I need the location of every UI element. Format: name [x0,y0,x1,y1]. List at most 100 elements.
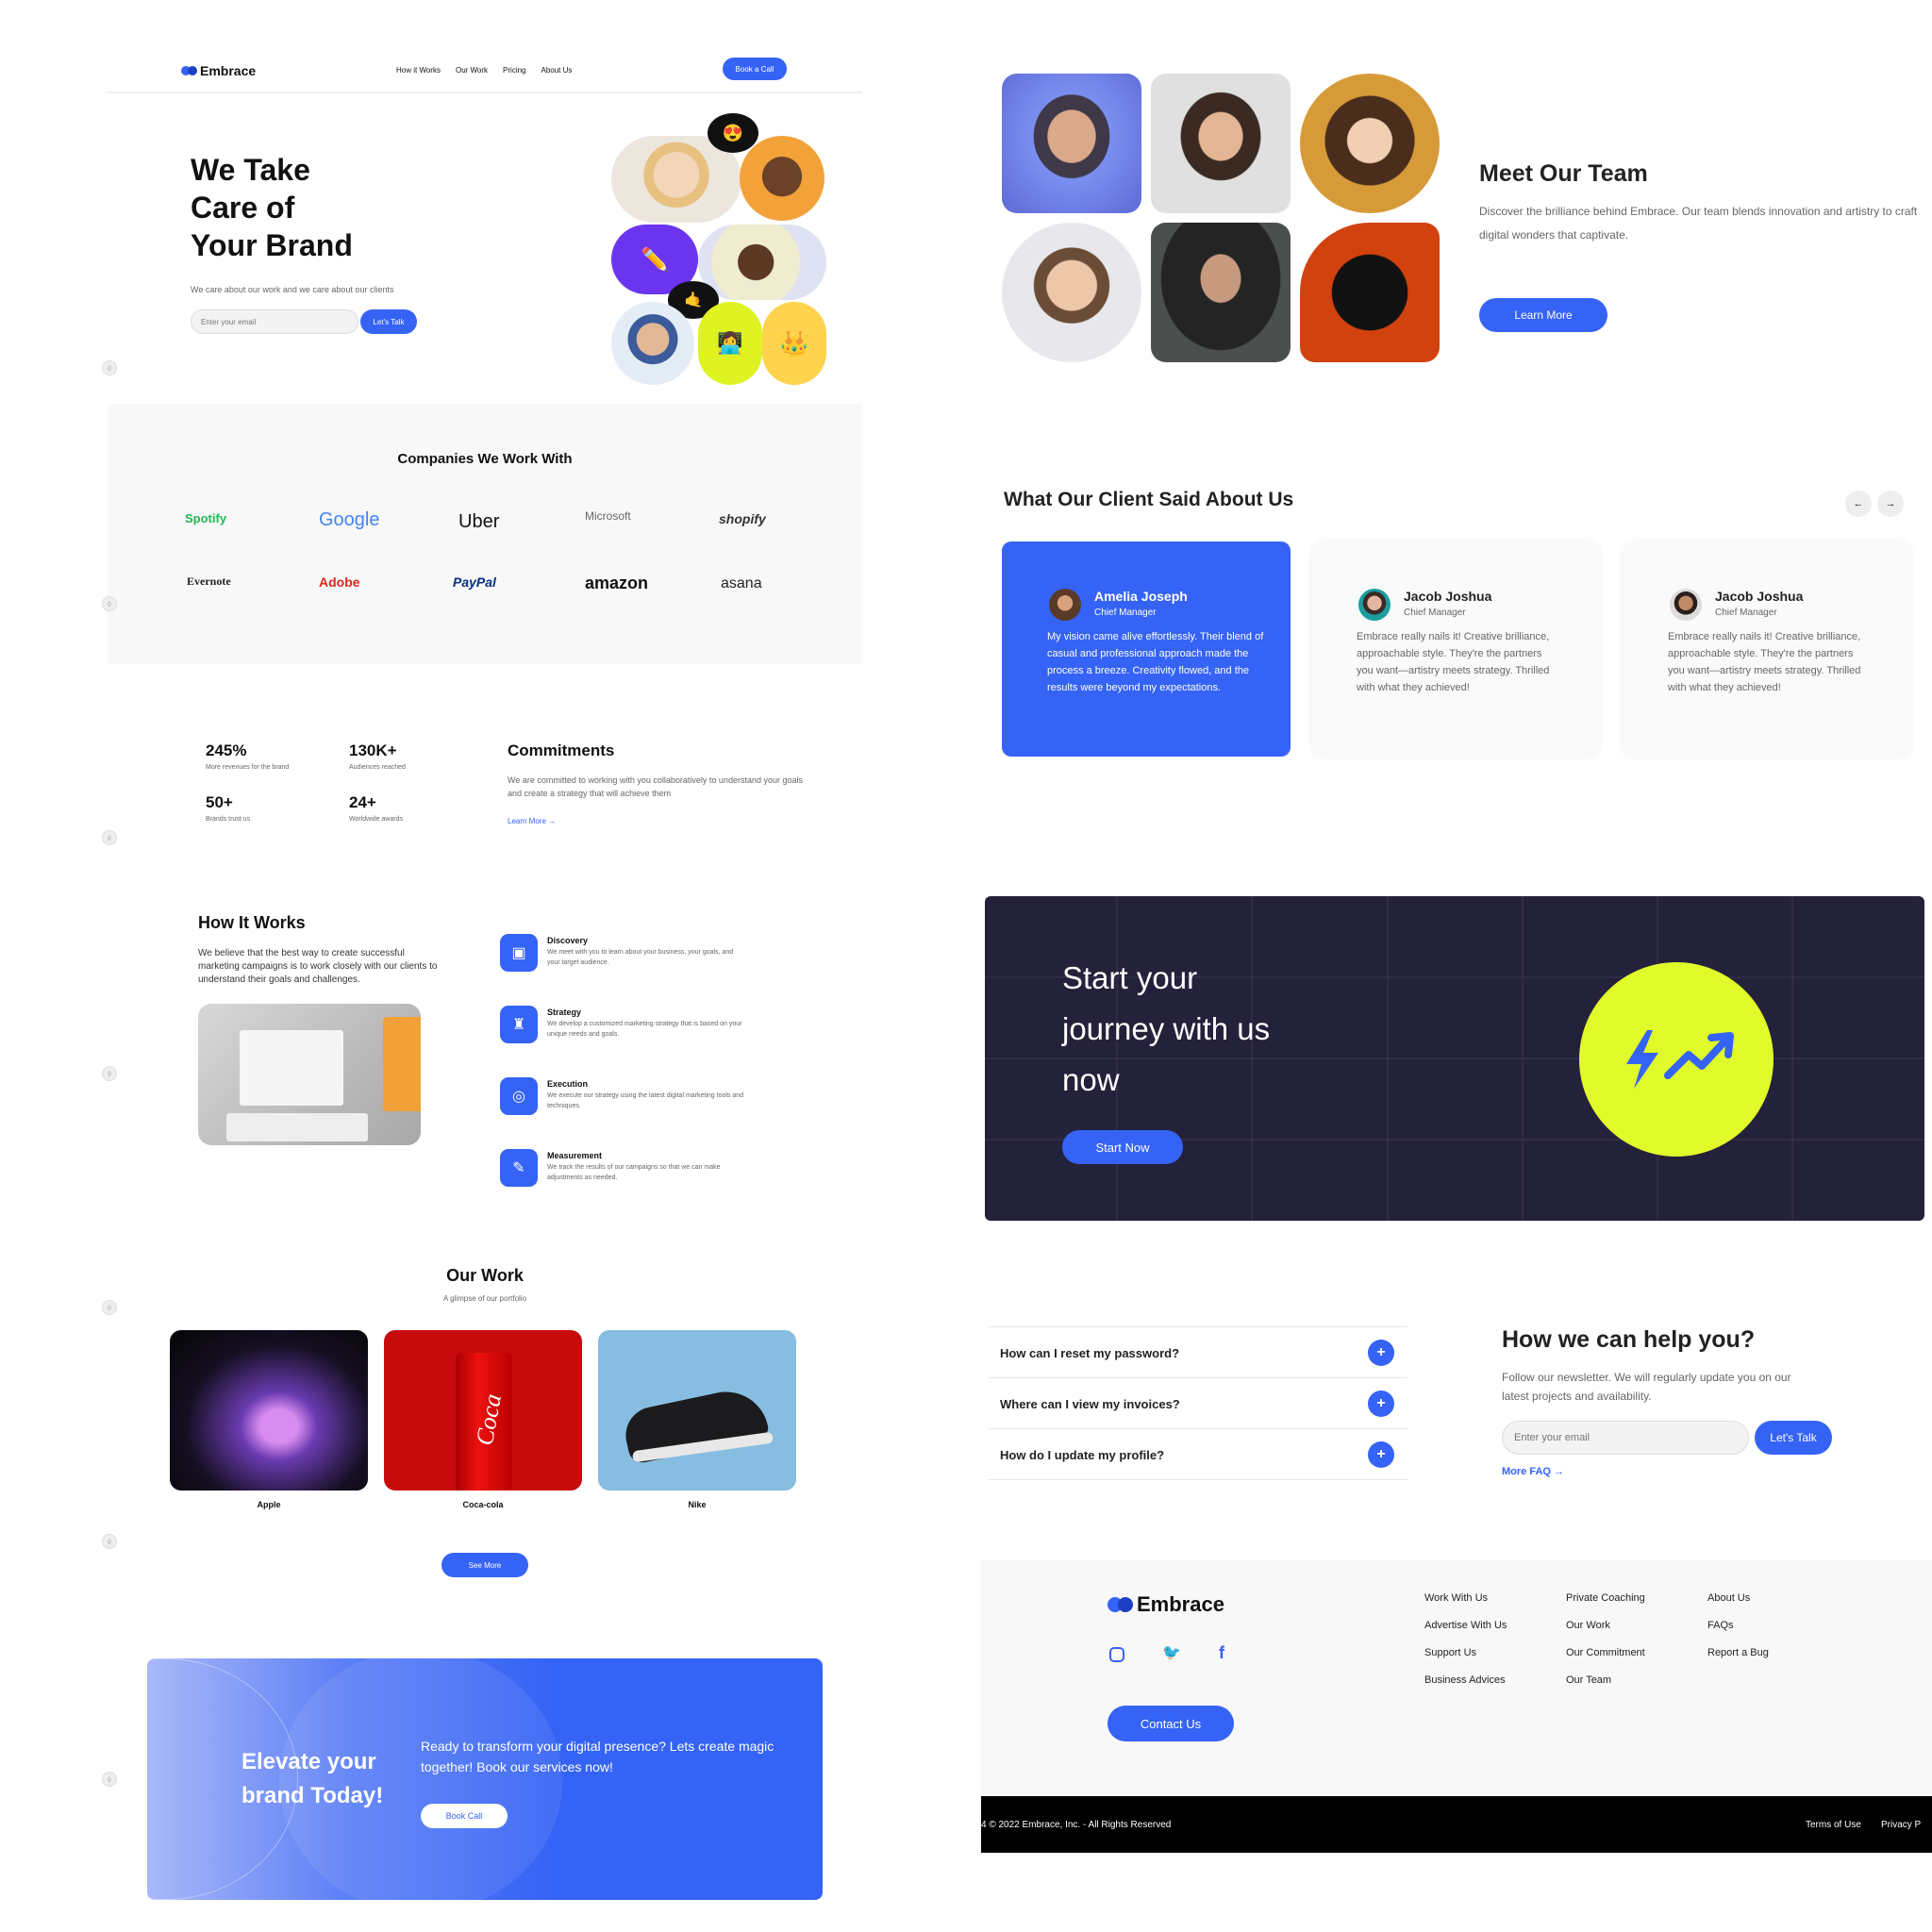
faq-item[interactable]: How do I update my profile? + [989,1429,1407,1480]
stat-item: 245% More revenues for the brand [206,741,290,771]
elevate-banner: Elevate your brand Today! Ready to trans… [147,1658,823,1900]
avatar-bald-man [740,136,824,221]
testimonials-section: What Our Client Said About Us ← → Amelia… [981,472,1932,774]
nav-links: How it Works Our Work Pricing About Us [396,66,572,75]
testimonial-card: Jacob Joshua Chief Manager Embrace reall… [1311,541,1600,757]
twitter-icon[interactable]: 🐦 [1162,1643,1181,1662]
work-card-cocacola[interactable]: Coca [384,1330,582,1491]
work-label-apple: Apple [257,1500,281,1509]
journey-title: Start your journey with us now [1062,960,1271,1097]
stats-section: 245% More revenues for the brand 130K+ A… [102,717,862,849]
logo-text: Embrace [200,63,257,78]
growth-badge [1579,962,1774,1157]
section-handle-icon[interactable]: ◊ [102,360,117,375]
step-measurement: ✎ Measurement We track the results of ou… [500,1149,745,1187]
logo-spotify: Spotify [185,511,227,525]
avatar [1670,589,1702,621]
footer-link[interactable]: Our Commitment [1566,1647,1645,1658]
faq-list: How can I reset my password? + Where can… [989,1326,1407,1480]
avatar-young-man [611,302,694,385]
top-nav: Embrace How it Works Our Work Pricing Ab… [108,52,862,93]
work-title: Our Work [446,1266,524,1285]
faq-item[interactable]: How can I reset my password? + [989,1327,1407,1378]
nav-logo[interactable]: Embrace [181,63,256,78]
crown-icon: 👑 [762,302,826,385]
prev-arrow-button[interactable]: ← [1845,491,1872,517]
work-card-apple[interactable] [170,1330,368,1491]
help-title: How we can help you? [1502,1326,1756,1353]
journey-banner: Start your journey with us now Start Now [985,896,1924,1221]
testimonials-title: What Our Client Said About Us [1004,489,1294,510]
how-image-desk [198,1004,421,1145]
newsletter-lets-talk-button[interactable]: Let's Talk [1755,1421,1832,1455]
start-now-button[interactable]: Start Now [1062,1130,1183,1164]
instagram-icon[interactable] [1109,1647,1124,1662]
footer-link[interactable]: FAQs [1707,1620,1734,1631]
companies-title: Companies We Work With [397,451,573,467]
measurement-icon: ✎ [500,1149,538,1187]
more-faq-link[interactable]: More FAQ → [1502,1466,1564,1477]
next-arrow-button[interactable]: → [1877,491,1904,517]
nav-link-about[interactable]: About Us [541,66,573,75]
avatar [1049,589,1081,621]
contact-us-button[interactable]: Contact Us [1108,1706,1234,1741]
section-handle-icon[interactable]: ◊ [102,830,117,845]
footer-link[interactable]: Our Team [1566,1674,1611,1686]
newsletter-email-input[interactable] [1502,1421,1749,1455]
logo-uber: Uber [458,511,500,532]
logo-mark-icon [181,66,198,75]
section-handle-icon[interactable]: ◊ [102,1066,117,1081]
help-text: Follow our newsletter. We will regularly… [1502,1371,1791,1403]
section-handle-icon[interactable]: ◊ [102,1300,117,1315]
step-strategy: ♜ Strategy We develop a customized marke… [500,1006,745,1043]
facebook-icon[interactable]: f [1219,1643,1224,1663]
work-card-nike[interactable] [598,1330,796,1491]
work-label-nike: Nike [688,1500,707,1509]
nav-link-work[interactable]: Our Work [456,66,488,75]
love-emoji-bubble-icon: 😍 [708,113,758,153]
stat-item: 50+ Brands trust us [206,793,251,823]
footer-link[interactable]: Support Us [1424,1647,1476,1658]
elevate-title: Elevate your brand Today! [242,1749,384,1808]
footer-bottom-bar: 4 © 2022 Embrace, Inc. - All Rights Rese… [981,1796,1932,1853]
footer-link[interactable]: Private Coaching [1566,1592,1645,1604]
how-it-works-section: How It Works We believe that the best wa… [102,906,862,1208]
elevate-book-call-button[interactable]: Book Call [421,1804,508,1828]
footer-link[interactable]: Work With Us [1424,1592,1488,1604]
plus-icon[interactable]: + [1368,1340,1394,1366]
footer-link[interactable]: Advertise With Us [1424,1620,1507,1631]
footer-logo[interactable]: Embrace [1108,1592,1224,1617]
footer-link[interactable]: About Us [1707,1592,1750,1604]
section-handle-icon[interactable]: ◊ [102,1772,117,1787]
plus-icon[interactable]: + [1368,1391,1394,1417]
how-title: How It Works [198,913,306,932]
see-more-button[interactable]: See More [441,1553,528,1577]
hero-title: We Take Care of Your Brand [191,153,353,262]
book-call-button[interactable]: Book a Call [723,58,787,80]
nav-link-pricing[interactable]: Pricing [503,66,525,75]
team-learn-more-button[interactable]: Learn More [1479,298,1607,332]
testimonial-card: Amelia Joseph Chief Manager My vision ca… [1002,541,1291,757]
our-work-section: Our Work A glimpse of our portfolio ◊ Ap… [102,1260,862,1581]
terms-link[interactable]: Terms of Use [1806,1820,1861,1830]
step-execution: ◎ Execution We execute our strategy usin… [500,1077,745,1115]
team-photo [1300,223,1440,362]
landing-page-right: Meet Our Team Discover the brilliance be… [981,0,1932,1932]
logo-adobe: Adobe [319,575,360,590]
team-photo [1002,74,1141,213]
section-handle-icon[interactable]: ◊ [102,596,117,611]
footer-link[interactable]: Report a Bug [1707,1647,1769,1658]
work-label-cocacola: Coca-cola [462,1500,504,1509]
commitments-learn-more-link[interactable]: Learn More → [508,817,556,825]
faq-item[interactable]: Where can I view my invoices? + [989,1378,1407,1429]
footer: Embrace 🐦 f Contact Us Work With Us Adve… [981,1560,1932,1853]
hero-email-input[interactable] [191,309,358,334]
footer-link[interactable]: Business Advices [1424,1674,1506,1686]
section-handle-icon[interactable]: ◊ [102,1534,117,1549]
hero-lets-talk-button[interactable]: Let's Talk [360,309,417,334]
footer-link[interactable]: Our Work [1566,1620,1610,1631]
privacy-link[interactable]: Privacy P [1881,1820,1921,1830]
plus-icon[interactable]: + [1368,1441,1394,1468]
execution-icon: ◎ [500,1077,538,1115]
nav-link-how[interactable]: How it Works [396,66,441,75]
